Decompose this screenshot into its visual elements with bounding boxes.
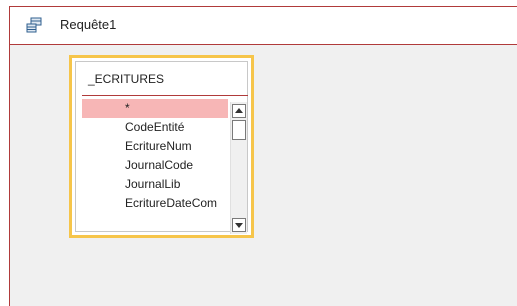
field-item-codeentite[interactable]: CodeEntité (82, 118, 228, 137)
table-field-list-inner: _ECRITURES * CodeEntité EcritureNum Jour… (75, 61, 248, 234)
table-field-list-box[interactable]: _ECRITURES * CodeEntité EcritureNum Jour… (69, 55, 254, 238)
field-item-journalcode[interactable]: JournalCode (82, 156, 228, 175)
field-item-ecriturenum[interactable]: EcritureNum (82, 137, 228, 156)
query-design-icon (26, 17, 42, 33)
scrollbar-thumb[interactable] (232, 120, 246, 140)
query-title: Requête1 (60, 17, 117, 32)
field-item-ecrituredatecom[interactable]: EcritureDateCom (82, 194, 228, 213)
query-design-window: Requête1 _ECRITURES * CodeEntité Ecritur… (0, 0, 517, 306)
field-list[interactable]: * CodeEntité EcritureNum JournalCode Jou… (82, 99, 228, 236)
field-item-journallib[interactable]: JournalLib (82, 175, 228, 194)
field-item-all[interactable]: * (82, 99, 228, 118)
field-list-scrollbar[interactable] (230, 102, 247, 234)
table-title-underline (82, 95, 248, 96)
scroll-up-button[interactable] (232, 104, 246, 118)
scroll-down-button[interactable] (232, 218, 246, 232)
scroll-up-arrow-icon (235, 108, 243, 113)
table-name-label[interactable]: _ECRITURES (88, 72, 164, 86)
scroll-down-arrow-icon (235, 223, 243, 228)
query-tab-header[interactable]: Requête1 (10, 7, 517, 43)
